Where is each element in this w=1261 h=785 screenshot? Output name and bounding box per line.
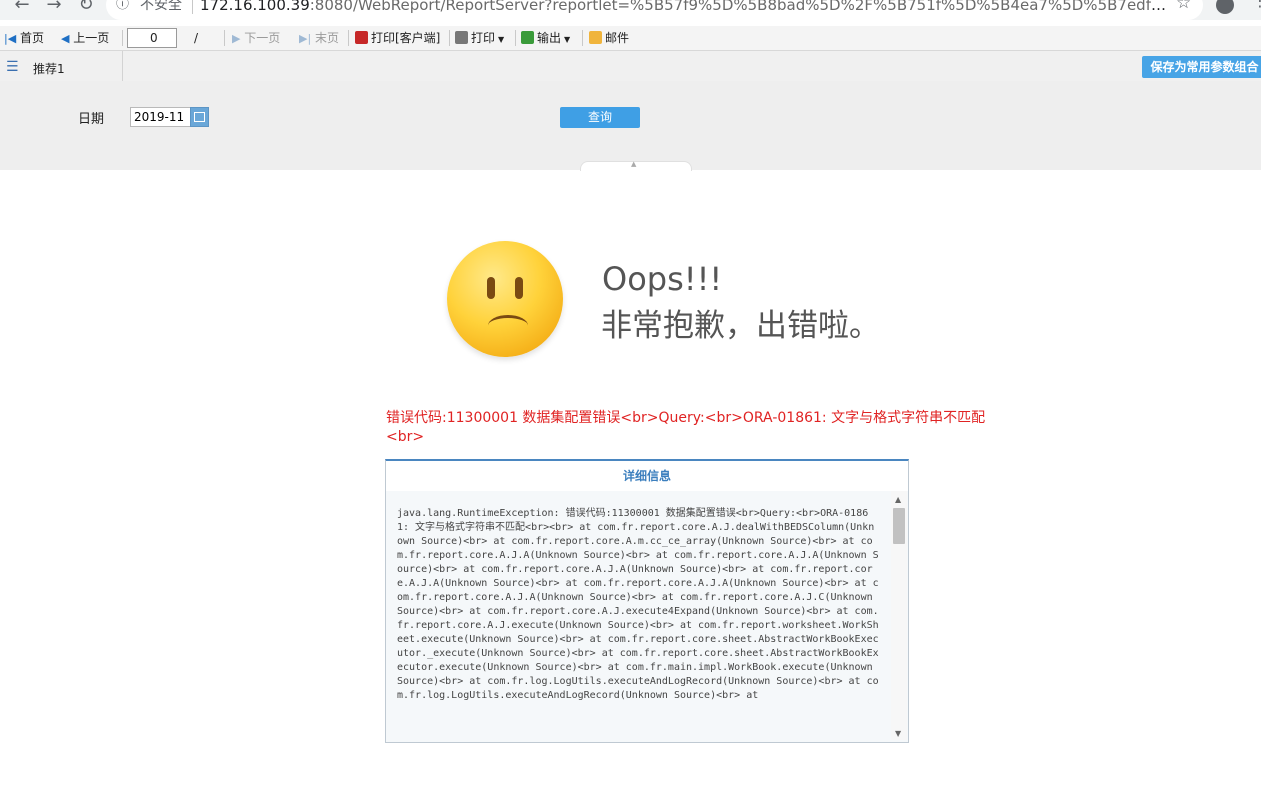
divider [122, 51, 123, 81]
email-button[interactable]: 邮件 [589, 30, 629, 46]
sliders-icon[interactable]: ☰ [6, 59, 19, 75]
bookmark-star-icon[interactable]: ☆ [1176, 0, 1191, 13]
export-button[interactable]: 输出 ▼ [521, 30, 570, 46]
report-toolbar: |◀ 首页 ◀ 上一页 0 / ▶ 下一页 ▶| 末页 打印[客户端] 打印 ▼ … [0, 26, 1261, 51]
prev-page-icon: ◀ [61, 32, 70, 45]
first-page-button[interactable]: |◀ 首页 [4, 30, 44, 46]
detail-title: 详细信息 [386, 461, 908, 491]
print-button[interactable]: 打印 ▼ [455, 30, 504, 46]
date-input[interactable]: 2019-11 [130, 107, 195, 127]
face-mouth [488, 315, 528, 336]
next-page-button[interactable]: ▶ 下一页 [232, 30, 280, 46]
envelope-icon [589, 31, 602, 44]
oops-heading: Oops!!! [602, 260, 723, 298]
scrollbar-thumb[interactable] [893, 508, 905, 544]
divider [224, 30, 225, 46]
export-icon [521, 31, 534, 44]
print-client-button[interactable]: 打印[客户端] [355, 30, 440, 46]
chevron-down-icon: ▼ [564, 35, 571, 44]
face-eye [515, 277, 523, 299]
info-icon[interactable]: ⓘ [116, 0, 129, 20]
divider [348, 30, 349, 46]
divider [122, 30, 123, 46]
parameter-tab-bar: ☰ 推荐1 保存为常用参数组合 [0, 51, 1261, 81]
browser-toolbar: ← → ↻ ⓘ 不安全 172.16.100.39:8080/WebReport… [0, 0, 1261, 20]
prev-page-button[interactable]: ◀ 上一页 [61, 30, 109, 46]
date-label: 日期 [78, 112, 105, 127]
sad-face-icon [447, 241, 563, 357]
divider [515, 30, 516, 46]
security-label: 不安全 [140, 0, 182, 13]
divider [192, 0, 193, 14]
back-arrow-icon[interactable]: ← [12, 0, 32, 15]
divider [582, 30, 583, 46]
calendar-icon[interactable] [190, 107, 209, 127]
sorry-heading: 非常抱歉，出错啦。 [601, 308, 880, 344]
scroll-up-icon[interactable]: ▲ [895, 495, 901, 504]
account-icon[interactable] [1216, 0, 1234, 14]
divider [449, 30, 450, 46]
first-page-icon: |◀ [4, 32, 17, 45]
address-bar[interactable]: ⓘ 不安全 172.16.100.39:8080/WebReport/Repor… [106, 0, 1203, 20]
next-page-icon: ▶ [232, 32, 241, 45]
page-separator: / [194, 31, 199, 45]
page-number-input[interactable]: 0 [127, 28, 177, 48]
tab-recommend-1[interactable]: 推荐1 [33, 60, 65, 77]
collapse-panel-handle[interactable]: ▲ [580, 160, 692, 171]
face-eye [487, 277, 495, 299]
save-params-button[interactable]: 保存为常用参数组合 [1142, 56, 1261, 78]
pdf-print-icon [355, 31, 368, 44]
reload-icon[interactable]: ↻ [76, 0, 96, 15]
last-page-icon: ▶| [299, 32, 312, 45]
kebab-menu-icon[interactable]: ⋮ [1252, 0, 1261, 10]
error-message: 错误代码:11300001 数据集配置错误<br>Query:<br>ORA-0… [386, 410, 986, 445]
last-page-button[interactable]: ▶| 末页 [299, 30, 339, 46]
url-text[interactable]: 172.16.100.39:8080/WebReport/ReportServe… [200, 0, 1180, 20]
detail-scrollbar[interactable]: ▲ ▼ [891, 491, 907, 740]
parameter-panel: 日期 2019-11 查询 ▲ [0, 81, 1261, 171]
query-button[interactable]: 查询 [560, 107, 640, 128]
detail-panel: 详细信息 java.lang.RuntimeException: 错误代码:11… [385, 459, 909, 743]
printer-icon [455, 31, 468, 44]
forward-arrow-icon[interactable]: → [44, 0, 64, 15]
stack-trace-text: java.lang.RuntimeException: 错误代码:1130000… [397, 508, 879, 701]
scroll-down-icon[interactable]: ▼ [895, 729, 901, 738]
chevron-up-icon: ▲ [631, 160, 637, 168]
chevron-down-icon: ▼ [498, 35, 505, 44]
